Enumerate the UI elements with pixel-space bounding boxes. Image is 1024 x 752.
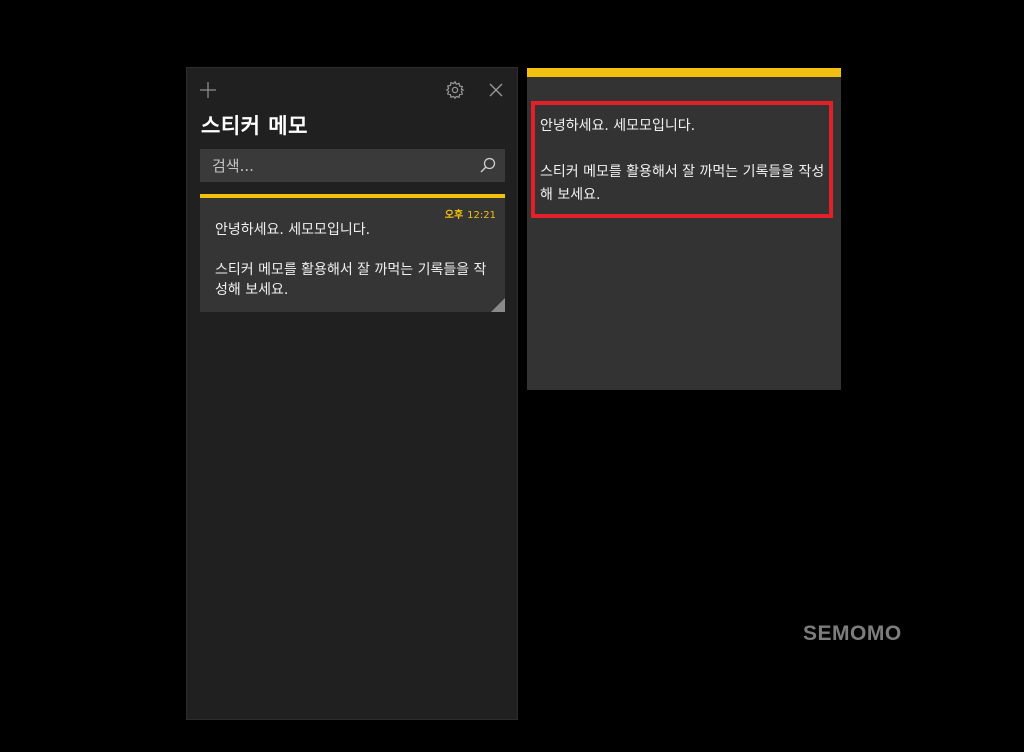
search-button[interactable] xyxy=(479,156,497,174)
plus-icon xyxy=(200,82,216,98)
note-color-bar[interactable] xyxy=(527,68,841,77)
page-fold-icon xyxy=(491,298,505,312)
search-box xyxy=(200,149,505,182)
search-icon xyxy=(480,157,496,173)
settings-button[interactable] xyxy=(443,78,467,102)
close-button[interactable] xyxy=(484,78,508,102)
note-list-item[interactable]: 오후 12:21 안녕하세요. 세모모입니다. 스티커 메모를 활용해서 잘 까먹… xyxy=(200,194,505,312)
notes-list-panel: 스티커 메모 오후12:21 안녕하세요. 세모모입니다. 스티커 메모를 활용… xyxy=(187,68,517,719)
app-title: 스티커 메모 xyxy=(201,114,308,138)
search-input[interactable] xyxy=(200,149,482,182)
sticky-note-window: 안녕하세요. 세모모입니다. 스티커 메모를 활용해서 잘 까먹는 기록들을 작… xyxy=(527,68,841,390)
list-titlebar xyxy=(187,68,517,110)
gear-icon xyxy=(445,80,465,100)
note-timestamp: 오후 12:21 xyxy=(445,206,496,221)
close-icon xyxy=(489,83,503,97)
note-preview-text: 안녕하세요. 세모모입니다. 스티커 메모를 활용해서 잘 까먹는 기록들을 작… xyxy=(215,222,487,298)
watermark-logo: SEMOMO xyxy=(803,622,902,645)
new-note-button[interactable] xyxy=(196,78,220,102)
note-editor[interactable]: 안녕하세요. 세모모입니다. 스티커 메모를 활용해서 잘 까먹는 기록들을 작… xyxy=(540,115,825,207)
screen: 스티커 메모 오후12:21 안녕하세요. 세모모입니다. 스티커 메모를 활용… xyxy=(0,0,1024,752)
